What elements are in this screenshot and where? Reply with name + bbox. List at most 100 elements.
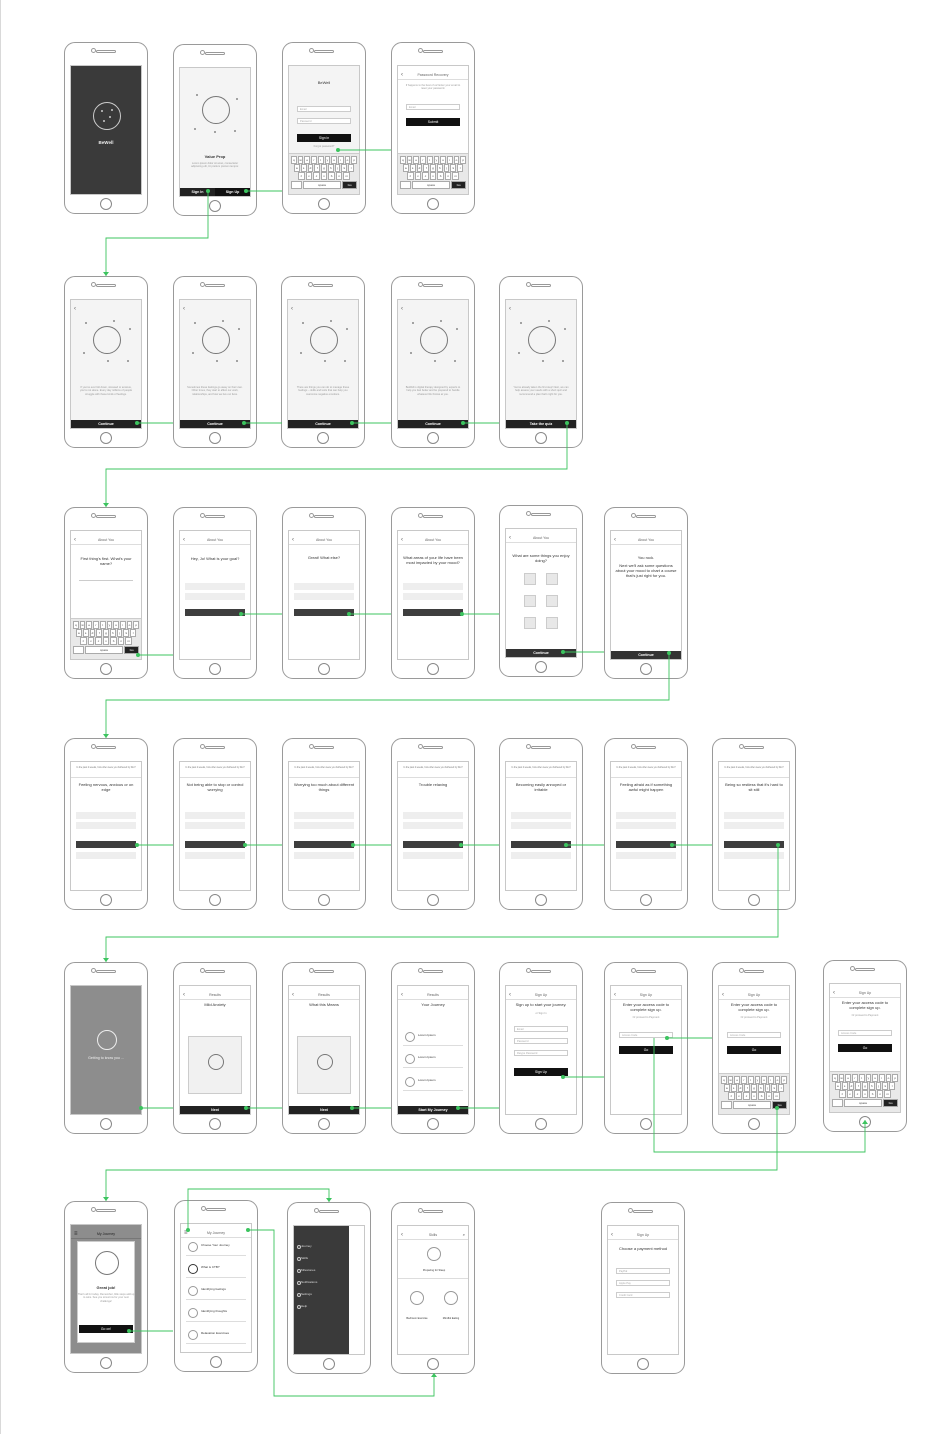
- key[interactable]: u: [440, 156, 446, 164]
- next-button[interactable]: Next: [180, 1106, 250, 1114]
- answer-bar-selected[interactable]: [76, 841, 136, 848]
- key[interactable]: b: [869, 1090, 876, 1098]
- key[interactable]: c: [313, 172, 320, 180]
- key[interactable]: h: [868, 1082, 875, 1090]
- key[interactable]: r: [420, 156, 426, 164]
- key[interactable]: z: [80, 637, 87, 645]
- sign-in-button[interactable]: Sign In: [180, 188, 215, 196]
- key[interactable]: f: [423, 164, 430, 172]
- key[interactable]: o: [344, 156, 351, 164]
- key[interactable]: w: [79, 621, 86, 629]
- key[interactable]: s: [730, 1084, 737, 1092]
- key[interactable]: l: [457, 164, 464, 172]
- sign-up-button[interactable]: Sign Up: [514, 1068, 568, 1076]
- key[interactable]: b: [110, 637, 117, 645]
- keyboard[interactable]: qwertyuiop asdfghjkl zxcvbnm space Go: [719, 1073, 789, 1114]
- answer-bar[interactable]: [616, 812, 676, 819]
- key[interactable]: w: [838, 1074, 845, 1082]
- key[interactable]: h: [436, 164, 443, 172]
- key[interactable]: a: [403, 164, 409, 172]
- option-bar[interactable]: [185, 593, 245, 600]
- key[interactable]: f: [314, 164, 321, 172]
- key[interactable]: f: [744, 1084, 751, 1092]
- key[interactable]: s: [409, 164, 416, 172]
- key[interactable]: i: [337, 156, 344, 164]
- email-field[interactable]: Email: [297, 106, 351, 112]
- key[interactable]: u: [331, 156, 337, 164]
- key[interactable]: h: [757, 1084, 764, 1092]
- key[interactable]: p: [460, 156, 467, 164]
- menu-item-milestones[interactable]: Milestones: [296, 1268, 315, 1273]
- key[interactable]: p: [781, 1076, 788, 1084]
- go-button[interactable]: Go: [619, 1046, 673, 1054]
- key[interactable]: e: [413, 156, 420, 164]
- key[interactable]: s: [841, 1082, 848, 1090]
- back-icon[interactable]: ‹: [183, 305, 185, 313]
- keyboard[interactable]: qwertyuiop asdfghjkl zxcvbnm space Go: [289, 153, 359, 194]
- key[interactable]: e: [86, 621, 93, 629]
- activity-tile[interactable]: [524, 573, 536, 585]
- password-field[interactable]: Password: [297, 118, 351, 124]
- list-item[interactable]: What is CTB?: [186, 1262, 246, 1278]
- key[interactable]: v: [429, 172, 437, 180]
- key[interactable]: s: [82, 629, 89, 637]
- option-bar[interactable]: [403, 583, 463, 590]
- key[interactable]: n: [765, 1092, 773, 1100]
- key[interactable]: j: [334, 164, 341, 172]
- key[interactable]: z: [839, 1090, 846, 1098]
- continue-button[interactable]: Continue: [398, 420, 468, 428]
- key[interactable]: y: [865, 1074, 872, 1082]
- key[interactable]: s: [300, 164, 307, 172]
- key[interactable]: d: [737, 1084, 744, 1092]
- name-input[interactable]: [79, 575, 133, 581]
- key[interactable]: z: [728, 1092, 735, 1100]
- key[interactable]: r: [93, 621, 99, 629]
- key[interactable]: p: [892, 1074, 899, 1082]
- skill-tile[interactable]: Bedroom Exercise: [404, 1288, 430, 1320]
- list-item[interactable]: Choose Your Journey: [186, 1240, 246, 1256]
- answer-bar-selected[interactable]: [511, 841, 571, 848]
- email-field[interactable]: Email: [406, 104, 460, 110]
- answer-bar[interactable]: [511, 852, 571, 859]
- continue-button[interactable]: Continue: [288, 420, 358, 428]
- key[interactable]: w: [297, 156, 304, 164]
- answer-bar[interactable]: [724, 852, 784, 859]
- option-bar-selected[interactable]: [185, 609, 245, 616]
- activity-tile[interactable]: [546, 573, 558, 585]
- answer-bar[interactable]: [76, 822, 136, 829]
- option-bar[interactable]: [294, 583, 354, 590]
- key[interactable]: q: [291, 156, 297, 164]
- menu-item-skills[interactable]: Skills: [296, 1256, 308, 1261]
- key[interactable]: o: [453, 156, 460, 164]
- answer-bar-selected[interactable]: [185, 841, 245, 848]
- key[interactable]: c: [422, 172, 429, 180]
- payment-link[interactable]: Or proceed to Payment: [836, 1014, 894, 1017]
- key[interactable]: d: [416, 164, 423, 172]
- menu-item-help[interactable]: Help: [296, 1304, 307, 1309]
- key[interactable]: a: [294, 164, 300, 172]
- key[interactable]: o: [774, 1076, 781, 1084]
- key[interactable]: e: [304, 156, 311, 164]
- key[interactable]: a: [76, 629, 82, 637]
- option-bar-selected[interactable]: [403, 609, 463, 616]
- key[interactable]: r: [311, 156, 317, 164]
- access-code-field[interactable]: Access Code: [838, 1030, 892, 1036]
- key[interactable]: t: [426, 156, 433, 164]
- keyboard[interactable]: qwertyuiop asdfghjkl zxcvbnm space Go: [398, 153, 468, 194]
- key[interactable]: q: [721, 1076, 727, 1084]
- key[interactable]: k: [123, 629, 130, 637]
- menu-item-settings[interactable]: Settings: [297, 1292, 312, 1297]
- answer-bar[interactable]: [403, 822, 463, 829]
- answer-bar[interactable]: [511, 812, 571, 819]
- key[interactable]: b: [437, 172, 444, 180]
- start-journey-button[interactable]: Start My Journey: [398, 1106, 468, 1114]
- key[interactable]: c: [95, 637, 102, 645]
- key[interactable]: n: [876, 1090, 884, 1098]
- key[interactable]: f: [96, 629, 103, 637]
- key[interactable]: a: [835, 1082, 841, 1090]
- key[interactable]: t: [99, 621, 106, 629]
- answer-bar-selected[interactable]: [724, 841, 784, 848]
- key[interactable]: l: [130, 629, 137, 637]
- list-item[interactable]: Lorem Ipsum: [403, 1030, 463, 1046]
- key[interactable]: l: [348, 164, 355, 172]
